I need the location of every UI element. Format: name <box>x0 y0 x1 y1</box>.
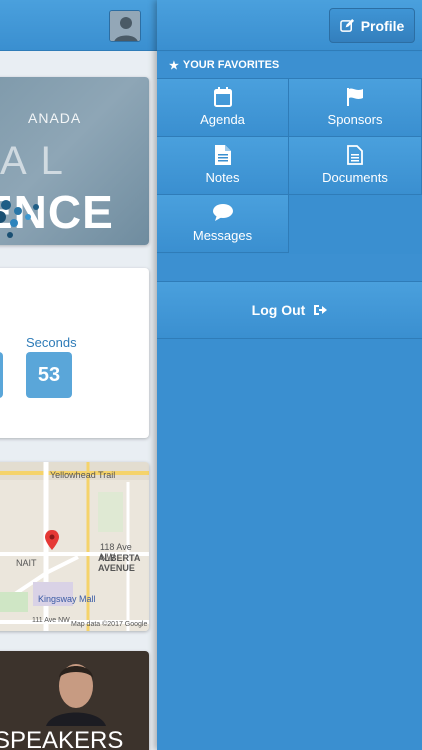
menu-item-notes-label: Notes <box>205 170 240 185</box>
menu-item-sponsors-label: Sponsors <box>327 112 383 127</box>
map-label-mall: Kingsway Mall <box>38 594 96 604</box>
edit-icon <box>339 18 354 32</box>
banner-text-middle: AL <box>0 139 77 183</box>
menu-divider <box>157 254 422 282</box>
menu-item-documents-label: Documents <box>322 170 388 185</box>
event-banner-card[interactable]: ANADA AL ENCE <box>0 77 149 245</box>
logout-button[interactable]: Log Out <box>157 282 422 339</box>
menu-item-agenda-label: Agenda <box>200 112 245 127</box>
map-attribution: Map data ©2017 Google <box>71 621 148 628</box>
menu-item-agenda[interactable]: Agenda <box>157 79 289 137</box>
map-label-nait: NAIT <box>16 558 37 568</box>
avatar-icon <box>110 11 140 41</box>
countdown-seconds-label: Seconds <box>26 335 77 350</box>
menu-item-messages-label: Messages <box>192 228 253 243</box>
logout-label: Log Out <box>251 302 306 318</box>
file-text-icon <box>347 145 363 165</box>
chat-bubble-icon <box>212 204 233 221</box>
app-header <box>0 0 157 51</box>
map-pin-icon[interactable] <box>45 530 59 550</box>
profile-button-label: Profile <box>360 17 405 34</box>
venue-map[interactable]: Yellowhead Trail 118 Ave NW ALBERTA AVEN… <box>0 462 149 631</box>
menu-item-sponsors[interactable]: Sponsors <box>289 79 422 137</box>
favorites-title: YOUR FAVORITES <box>182 59 280 71</box>
countdown-seconds-value: 53 <box>26 352 72 398</box>
main-app-panel: ANADA AL ENCE : s Seconds 53 <box>0 0 157 750</box>
banner-text-top: ANADA <box>28 110 82 126</box>
flag-icon <box>347 88 363 106</box>
countdown-card: : s Seconds 53 <box>0 268 149 438</box>
menu-item-documents[interactable]: Documents <box>289 137 422 195</box>
menu-item-notes[interactable]: Notes <box>157 137 289 195</box>
menu-header: Profile <box>157 0 422 51</box>
star-icon: ★ <box>169 59 179 72</box>
speakers-label: SPEAKERS <box>0 727 124 750</box>
speakers-card[interactable]: SPEAKERS <box>0 651 149 750</box>
countdown-prev-box <box>0 352 3 398</box>
menu-item-messages[interactable]: Messages <box>157 195 289 253</box>
side-menu: Profile ★ YOUR FAVORITES Agenda Sponsors <box>157 0 422 750</box>
favorites-header: ★ YOUR FAVORITES <box>157 52 422 79</box>
map-label-street: 111 Ave NW <box>32 617 70 624</box>
speaker-photo <box>46 664 106 726</box>
map-label-road: Yellowhead Trail <box>50 470 116 480</box>
sign-out-icon <box>314 305 328 315</box>
avatar-button[interactable] <box>109 10 141 42</box>
document-icon <box>214 145 231 165</box>
map-label-neighborhood: ALBERTA AVENUE <box>98 553 140 573</box>
calendar-icon <box>213 87 232 107</box>
profile-button[interactable]: Profile <box>329 8 415 43</box>
banner-dots-decoration <box>0 200 39 238</box>
